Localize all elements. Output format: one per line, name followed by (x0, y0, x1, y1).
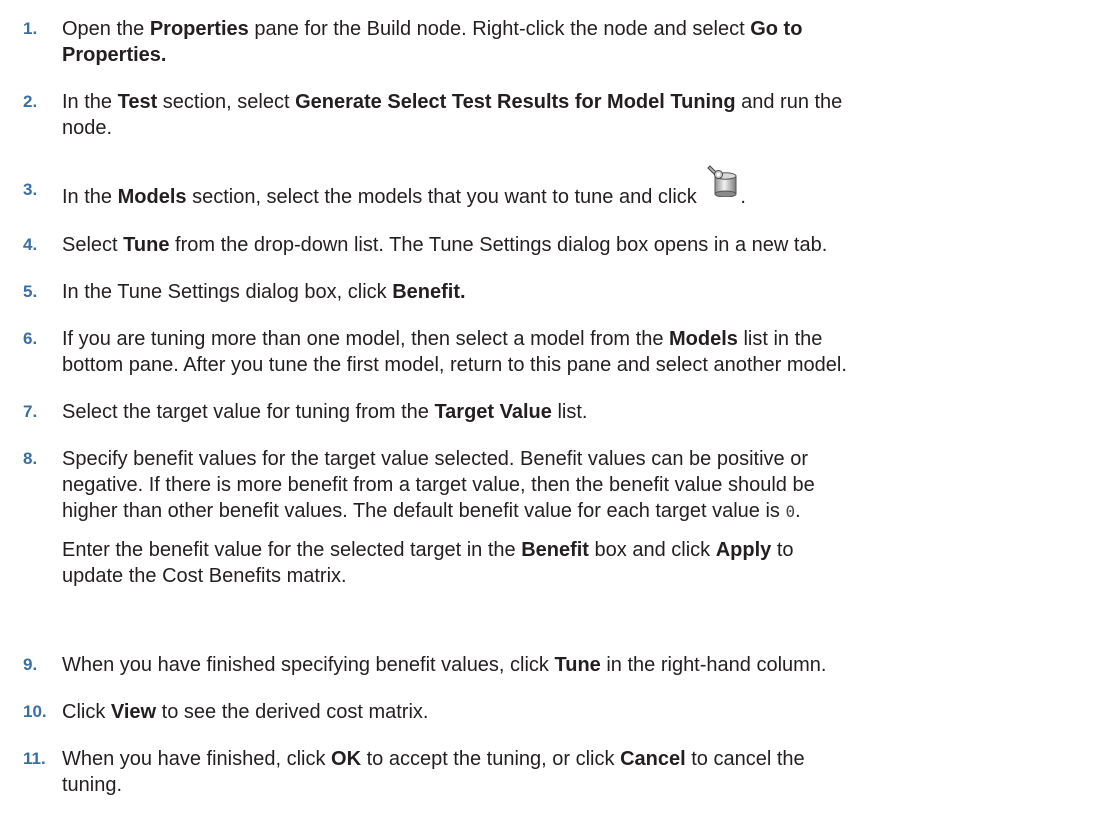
step-number: 10. (23, 702, 47, 721)
ui-label-cancel: Cancel (620, 748, 686, 770)
step-number: 2. (23, 92, 38, 111)
step-text: Select the target value for tuning from … (62, 401, 588, 423)
step-text: Select Tune from the drop-down list. The… (62, 234, 828, 256)
ui-label-properties: Properties (149, 18, 249, 40)
step-number: 7. (23, 402, 38, 421)
step-number: 8. (23, 449, 38, 468)
ui-label-models-list: Models (669, 328, 738, 350)
step-text: Specify benefit values for the target va… (62, 448, 815, 522)
step-text: In the Test section, select Generate Sel… (62, 91, 843, 139)
step-text: When you have finished, click OK to acce… (62, 748, 805, 796)
ui-label-go-to: Go to (750, 18, 803, 40)
step-number: 4. (23, 235, 38, 254)
model-tools-icon (706, 165, 740, 211)
ui-label-benefit: Benefit. (392, 281, 466, 303)
ui-label-ok: OK (331, 748, 362, 770)
step-text: In the Models section, select the models… (62, 165, 1112, 211)
instruction-document: 1. Open the Properties pane for the Buil… (0, 0, 1119, 821)
ui-label-benefit-box: Benefit (521, 539, 589, 561)
step-8-subparagraph: Enter the benefit value for the selected… (62, 539, 794, 587)
ui-label-test: Test (117, 91, 158, 113)
step-number: 6. (23, 329, 38, 348)
step-text: In the Tune Settings dialog box, click B… (62, 281, 466, 303)
ui-label-properties-menu: Properties. (62, 44, 167, 66)
step-number: 1. (23, 19, 38, 38)
ui-label-tune-column: Tune (554, 654, 601, 676)
ui-label-view: View (110, 701, 157, 723)
step-number: 9. (23, 655, 38, 674)
step-text: If you are tuning more than one model, t… (62, 328, 847, 376)
step-number: 11. (23, 749, 46, 768)
ui-label-tune: Tune (123, 234, 170, 256)
ui-label-apply: Apply (715, 539, 772, 561)
ui-label-generate-select-test-results: Generate Select Test Results for Model T… (295, 91, 736, 113)
default-benefit-code: 0 (785, 502, 796, 521)
step-text: Open the Properties pane for the Build n… (62, 18, 803, 66)
ui-label-target-value: Target Value (434, 401, 552, 423)
ui-label-models: Models (117, 186, 187, 208)
step-text: Click View to see the derived cost matri… (62, 701, 429, 723)
step-number: 5. (23, 282, 38, 301)
step-number: 3. (23, 180, 38, 199)
step-text: When you have finished specifying benefi… (62, 654, 827, 676)
